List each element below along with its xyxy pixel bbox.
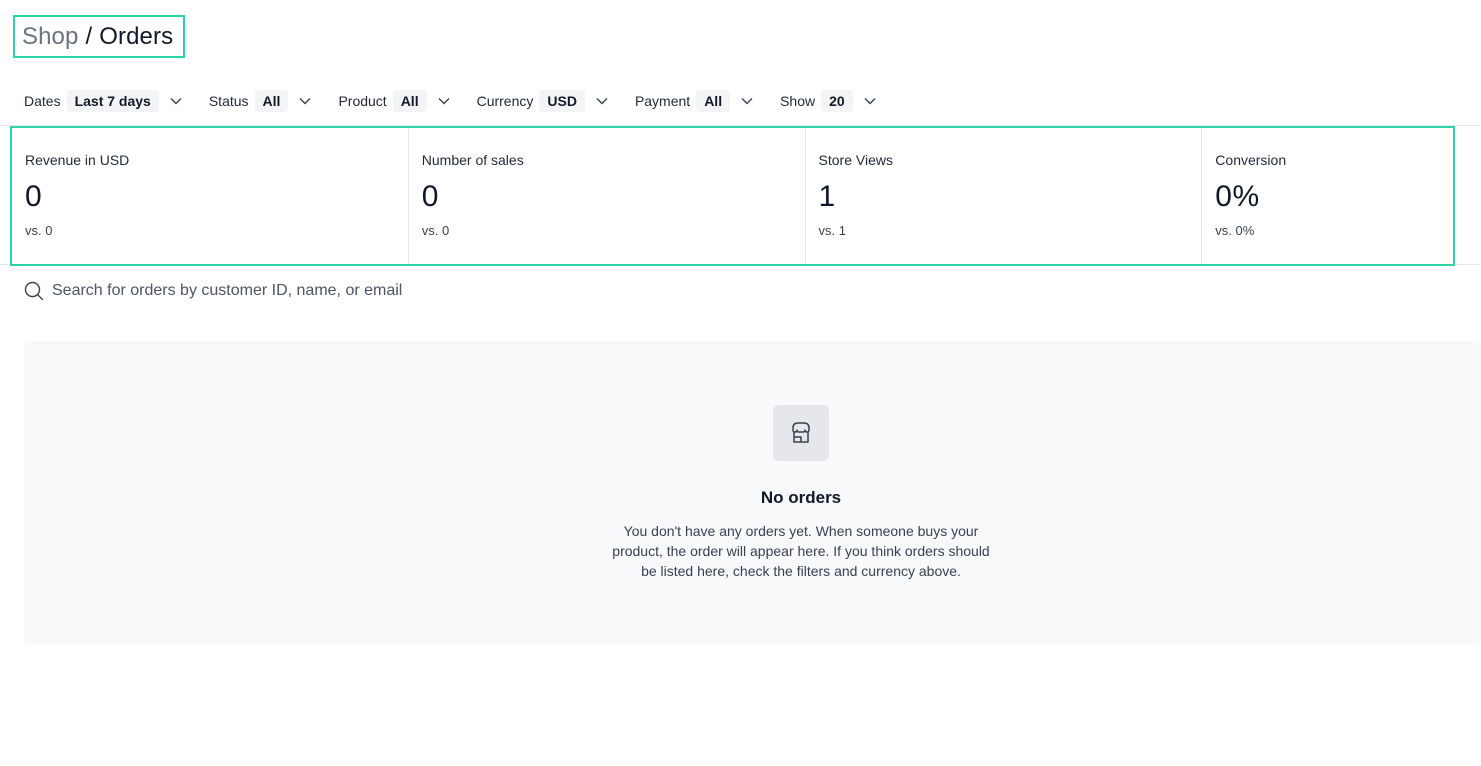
stat-value: 0 [421,180,439,213]
filter-bar: Dates Last 7 days Status All Product All… [24,89,903,113]
chevron-down-icon[interactable] [740,94,754,108]
filter-label: Show [780,93,816,109]
search-icon [24,281,44,301]
stat-value: 0% [1215,180,1260,213]
breadcrumb: Shop / Orders [13,15,185,58]
chevron-down-icon[interactable] [437,94,451,108]
order-search [24,280,724,302]
chevron-down-icon[interactable] [298,94,312,108]
stat-label: Conversion [1215,152,1287,168]
stat-value: 0 [25,180,43,213]
filter-value: All [392,90,427,112]
stat-compare: vs. 0 [421,223,450,238]
stats-panel: Revenue in USD 0 vs. 0 Number of sales 0… [10,126,1455,266]
chevron-down-icon[interactable] [169,94,183,108]
chevron-down-icon[interactable] [863,94,877,108]
filter-value: All [696,90,731,112]
empty-state-title: No orders [760,488,842,507]
filter-product[interactable]: Product All [338,90,450,112]
filter-value: USD [539,90,585,112]
filter-label: Payment [634,93,691,109]
filter-label: Product [338,93,387,109]
filter-show[interactable]: Show 20 [780,90,877,112]
orders-page: Shop / Orders Dates Last 7 days Status A… [0,0,1481,766]
filter-label: Dates [24,93,61,109]
breadcrumb-shop-link[interactable]: Shop [22,23,78,51]
filter-label: Status [208,93,249,109]
stat-store-views: Store Views 1 vs. 1 [806,128,1203,264]
breadcrumb-separator: / [85,22,93,50]
filter-currency[interactable]: Currency USD [477,90,609,112]
filter-value: 20 [821,90,853,112]
stat-label: Store Views [818,152,893,168]
empty-state: No orders You don't have any orders yet.… [24,341,1481,645]
store-icon [773,405,829,461]
stat-sales: Number of sales 0 vs. 0 [409,128,806,264]
stat-value: 1 [818,180,836,213]
stat-compare: vs. 1 [818,223,846,238]
empty-state-description: You don't have any orders yet. When some… [612,523,990,579]
filter-payment[interactable]: Payment All [635,90,754,112]
stat-label: Revenue in USD [25,152,130,168]
stat-conversion: Conversion 0% vs. 0% [1202,128,1453,264]
chevron-down-icon[interactable] [595,94,609,108]
filter-label: Currency [476,93,534,109]
stat-compare: vs. 0 [25,223,53,238]
filter-value: Last 7 days [66,90,159,112]
filter-status[interactable]: Status All [209,90,313,112]
stat-label: Number of sales [421,152,524,168]
stat-compare: vs. 0% [1215,223,1255,238]
filter-dates[interactable]: Dates Last 7 days [24,90,183,112]
page-title: Orders [99,22,174,50]
stat-revenue: Revenue in USD 0 vs. 0 [12,128,409,264]
filter-value: All [254,90,289,112]
search-input[interactable] [52,282,652,300]
